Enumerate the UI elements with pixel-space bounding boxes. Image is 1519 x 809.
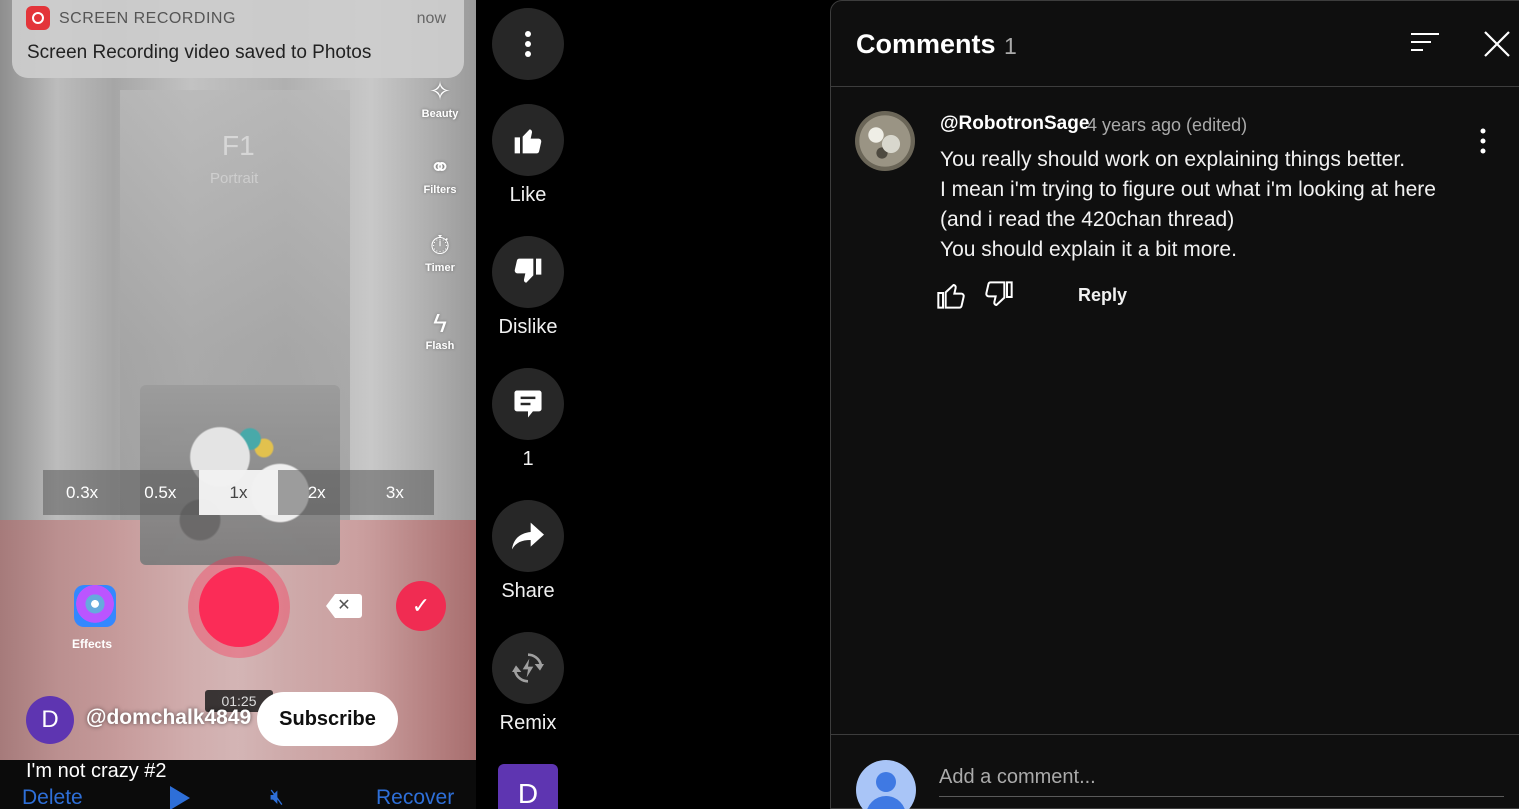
dislike-button[interactable]: Dislike bbox=[488, 236, 568, 339]
filter-subtitle: Portrait bbox=[210, 170, 259, 187]
channel-avatar[interactable]: D bbox=[26, 696, 74, 744]
close-icon bbox=[1484, 31, 1510, 57]
zoom-selector: 0.3x 0.5x 1x 2x 3x bbox=[43, 470, 434, 515]
thumbs-down-outline-icon bbox=[985, 281, 1013, 307]
sort-icon bbox=[1411, 33, 1439, 51]
comment-author-avatar[interactable] bbox=[855, 111, 915, 171]
beauty-label: Beauty bbox=[421, 108, 459, 120]
comments-panel: Comments 1 @RobotronSage 4 years ago (ed… bbox=[830, 0, 1519, 809]
next-channel-avatar[interactable]: D bbox=[498, 764, 558, 809]
timer-tool: ⏱ Timer bbox=[414, 230, 466, 274]
beauty-tool: ✧ Beauty bbox=[414, 76, 466, 120]
timer-icon: ⏱ bbox=[429, 230, 451, 260]
comment-line: (and i read the 420chan thread) bbox=[940, 208, 1235, 231]
video-player[interactable]: F1 Portrait ✧ Beauty ⚭ Filters ⏱ Timer ϟ… bbox=[0, 0, 476, 809]
thumbs-down-icon bbox=[514, 258, 542, 283]
thumbs-up-icon bbox=[514, 129, 542, 154]
avatar-body-shape bbox=[866, 796, 906, 809]
comment-like-button[interactable] bbox=[935, 279, 969, 313]
comment-author[interactable]: @RobotronSage bbox=[940, 113, 1089, 135]
flash-off-icon: ϟ bbox=[433, 308, 447, 338]
filters-label: Filters bbox=[423, 184, 457, 196]
comment-count: 1 bbox=[522, 448, 534, 470]
comments-header: Comments 1 bbox=[831, 1, 1519, 87]
channel-handle[interactable]: @domchalk4849 bbox=[86, 706, 251, 730]
filters-circles-icon: ⚭ bbox=[429, 152, 451, 182]
comment-menu-button[interactable] bbox=[1473, 127, 1493, 155]
remix-icon bbox=[512, 653, 544, 683]
share-button[interactable]: Share bbox=[488, 500, 568, 603]
zoom-option: 2x bbox=[307, 482, 326, 502]
filter-name: F1 bbox=[222, 130, 255, 161]
notification-time: now bbox=[416, 10, 446, 27]
screen-recording-icon bbox=[26, 6, 50, 30]
comment-timestamp[interactable]: 4 years ago (edited) bbox=[1087, 115, 1247, 136]
comments-title: Comments bbox=[856, 29, 996, 59]
delete-label: Delete bbox=[22, 786, 83, 809]
more-vert-icon bbox=[525, 31, 531, 57]
video-title[interactable]: I'm not crazy #2 bbox=[26, 760, 167, 783]
video-bottom-controls: Delete 🔇︎ Recover bbox=[0, 784, 476, 809]
notification-message: Screen Recording video saved to Photos bbox=[27, 42, 372, 63]
remix-button[interactable]: Remix bbox=[488, 632, 568, 735]
comments-button[interactable]: 1 bbox=[488, 368, 568, 471]
comment-line: I mean i'm trying to figure out what i'm… bbox=[940, 178, 1436, 201]
subscribe-button[interactable]: Subscribe bbox=[257, 692, 398, 746]
comment-icon bbox=[514, 390, 542, 418]
avatar-head-shape bbox=[876, 772, 896, 792]
comments-count: 1 bbox=[1004, 33, 1017, 59]
like-button[interactable]: Like bbox=[488, 104, 568, 207]
effects-label: Effects bbox=[72, 637, 113, 651]
zoom-option-selected: 1x bbox=[199, 470, 278, 515]
like-label: Like bbox=[509, 184, 547, 206]
screen-recording-notification: SCREEN RECORDING now Screen Recording vi… bbox=[12, 0, 464, 78]
mute-icon: 🔇︎ bbox=[270, 784, 284, 809]
dislike-label: Dislike bbox=[498, 316, 558, 338]
share-label: Share bbox=[501, 580, 555, 602]
thumbs-up-outline-icon bbox=[937, 283, 965, 309]
add-comment-input[interactable] bbox=[939, 759, 1504, 797]
remix-label: Remix bbox=[499, 712, 557, 734]
flash-tool: ϟ Flash bbox=[414, 308, 466, 352]
confirm-check-icon: ✓ bbox=[396, 581, 446, 631]
more-vert-icon bbox=[1480, 128, 1486, 154]
comment-text: You really should work on explaining thi… bbox=[940, 145, 1500, 265]
share-arrow-icon bbox=[512, 522, 544, 550]
zoom-option: 0.3x bbox=[66, 482, 99, 502]
sort-button[interactable] bbox=[1409, 29, 1441, 57]
more-options-button[interactable] bbox=[488, 8, 568, 80]
reply-button[interactable]: Reply bbox=[1078, 285, 1127, 306]
zoom-option: 0.5x bbox=[144, 482, 177, 502]
recover-label: Recover bbox=[376, 786, 455, 809]
close-button[interactable] bbox=[1481, 28, 1513, 60]
zoom-option: 3x bbox=[385, 482, 404, 502]
beauty-wand-icon: ✧ bbox=[429, 76, 451, 106]
comment-line: You really should work on explaining thi… bbox=[940, 148, 1406, 171]
comment-dislike-button[interactable] bbox=[983, 279, 1017, 313]
comment-line: You should explain it a bit more. bbox=[940, 238, 1237, 261]
play-icon bbox=[170, 786, 190, 809]
timer-label: Timer bbox=[425, 262, 455, 274]
current-user-avatar bbox=[856, 760, 916, 809]
effects-icon bbox=[74, 585, 116, 627]
filters-tool: ⚭ Filters bbox=[414, 152, 466, 196]
notification-app-name: SCREEN RECORDING bbox=[59, 10, 236, 27]
add-comment-bar bbox=[831, 734, 1519, 809]
flash-label: Flash bbox=[425, 340, 455, 352]
record-button bbox=[199, 567, 279, 647]
shorts-player-page: F1 Portrait ✧ Beauty ⚭ Filters ⏱ Timer ϟ… bbox=[0, 0, 1519, 809]
